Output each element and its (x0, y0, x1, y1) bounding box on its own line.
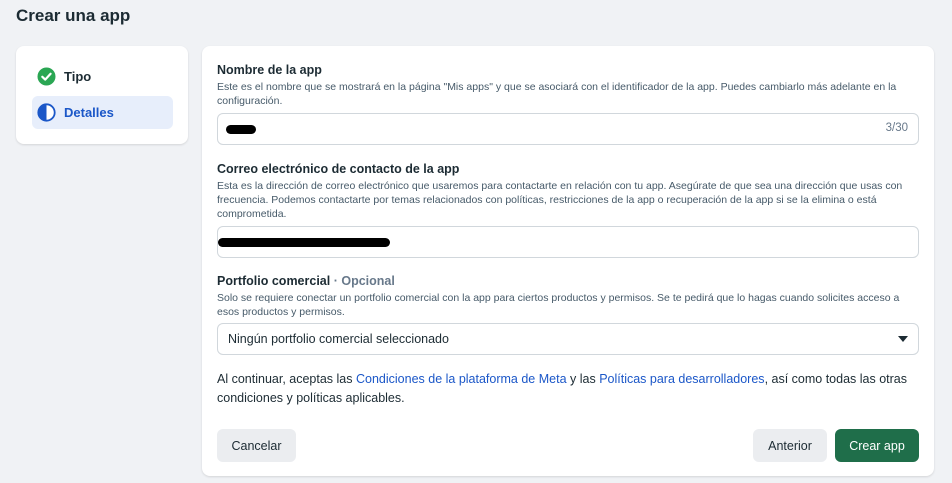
developer-policies-link[interactable]: Políticas para desarrolladores (599, 372, 764, 386)
caret-down-icon (898, 336, 908, 342)
steps-sidebar: Tipo Detalles (16, 46, 188, 144)
app-name-input[interactable]: 3/30 (217, 113, 919, 145)
email-description: Esta es la dirección de correo electróni… (217, 180, 903, 220)
half-circle-icon (37, 103, 56, 122)
app-name-description: Este es el nombre que se mostrará en la … (217, 81, 897, 107)
step-detalles[interactable]: Detalles (32, 96, 173, 129)
step-tipo[interactable]: Tipo (32, 60, 173, 93)
page-title: Crear una app (16, 6, 131, 25)
redacted-value (218, 238, 390, 247)
step-label: Detalles (64, 105, 114, 120)
email-field[interactable] (217, 226, 919, 258)
portfolio-select[interactable]: Ningún portfolio comercial seleccionado (217, 323, 919, 355)
portfolio-selected-value: Ningún portfolio comercial seleccionado (228, 332, 449, 346)
app-name-title: Nombre de la app (217, 63, 322, 77)
optional-label: · Opcional (333, 274, 395, 288)
previous-button[interactable]: Anterior (753, 429, 827, 462)
portfolio-title: Portfolio comercial · Opcional (217, 274, 395, 288)
create-app-button[interactable]: Crear app (835, 429, 919, 462)
platform-terms-link[interactable]: Condiciones de la plataforma de Meta (356, 372, 567, 386)
terms-prefix: Al continuar, aceptas las (217, 372, 356, 386)
cancel-button[interactable]: Cancelar (217, 429, 296, 462)
app-details-form: Nombre de la app Este es el nombre que s… (202, 46, 934, 476)
redacted-value (226, 125, 256, 134)
email-title: Correo electrónico de contacto de la app (217, 162, 460, 176)
terms-middle: y las (566, 372, 600, 386)
check-circle-icon (37, 67, 56, 86)
step-label: Tipo (64, 69, 92, 84)
char-counter: 3/30 (885, 122, 908, 134)
terms-text: Al continuar, aceptas las Condiciones de… (217, 370, 917, 408)
portfolio-description: Solo se requiere conectar un portfolio c… (217, 292, 900, 318)
portfolio-title-text: Portfolio comercial (217, 274, 331, 288)
